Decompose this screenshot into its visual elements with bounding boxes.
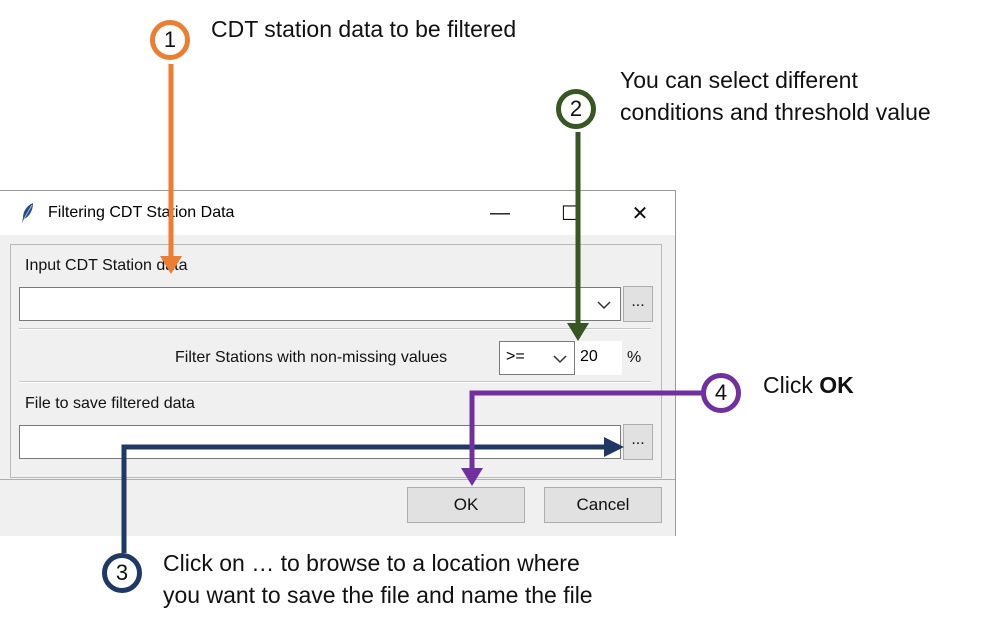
arrow-3-line	[121, 444, 606, 553]
arrow-3-head	[604, 437, 624, 457]
arrow-4-head	[461, 468, 483, 486]
annotation-4-text: Click OK	[763, 369, 854, 401]
annotation-3-text: Click on … to browse to a location where…	[163, 550, 593, 608]
annotation-4-bold: OK	[819, 372, 854, 398]
annotation-1-text: CDT station data to be filtered	[211, 16, 517, 42]
annotation-2-badge: 2	[556, 89, 596, 129]
arrow-2-head	[567, 323, 589, 341]
annotation-4-prefix: Click	[763, 372, 820, 398]
annotation-2-text: You can select different conditions and …	[620, 67, 931, 125]
arrow-4-line	[469, 390, 703, 470]
arrow-1-head	[160, 256, 182, 274]
annotation-3-badge: 3	[102, 553, 142, 593]
annotation-1-badge: 1	[150, 20, 190, 60]
annotation-4-badge: 4	[701, 373, 741, 413]
